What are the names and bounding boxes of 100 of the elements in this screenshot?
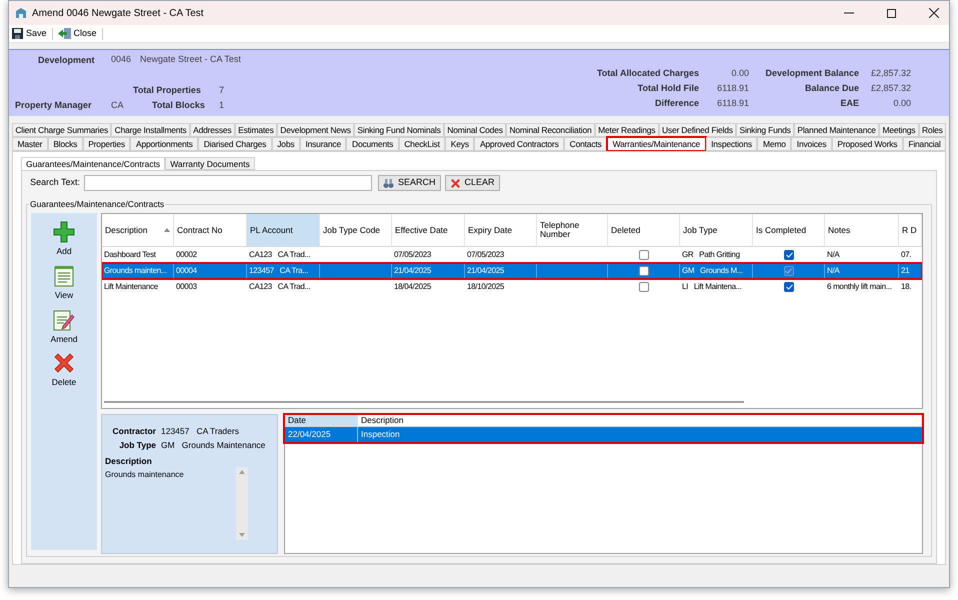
table-cell-text: Lift Maintenance bbox=[103, 281, 159, 293]
plus-icon bbox=[53, 221, 75, 243]
search-button[interactable]: SEARCH bbox=[378, 175, 441, 191]
tab[interactable]: Proposed Works bbox=[832, 137, 903, 151]
development-name: Newgate Street - CA Test bbox=[140, 53, 241, 66]
column-header[interactable]: Effective Date bbox=[392, 214, 465, 246]
tab[interactable]: Development News bbox=[276, 123, 354, 137]
tab[interactable]: Estimates bbox=[234, 123, 277, 137]
tab[interactable]: Blocks bbox=[48, 137, 83, 151]
tab[interactable]: Invoices bbox=[791, 137, 832, 151]
vertical-scrollbar[interactable] bbox=[236, 467, 248, 540]
tab[interactable]: Sinking Funds bbox=[736, 123, 794, 137]
add-button[interactable]: Add bbox=[39, 221, 89, 258]
tab[interactable]: Nominal Codes bbox=[444, 123, 506, 137]
column-header[interactable]: Description bbox=[102, 214, 174, 246]
list-row[interactable]: 22/04/2025 Inspection bbox=[285, 427, 922, 442]
column-header[interactable]: Is Completed bbox=[753, 214, 825, 246]
table-cell-text: CA123 CA Trad... bbox=[248, 281, 312, 293]
tab[interactable]: Approved Contractors bbox=[474, 137, 564, 151]
table-cell-text: 18/10/2025 bbox=[466, 281, 506, 293]
amend-button[interactable]: Amend bbox=[39, 308, 89, 346]
column-header[interactable]: Telephone Number bbox=[537, 214, 608, 246]
tab[interactable]: Meter Readings bbox=[594, 123, 659, 137]
table-cell-text: 123457 CA Tra... bbox=[248, 265, 310, 277]
checkbox[interactable] bbox=[639, 282, 649, 292]
table-cell-text: 21/04/2025 bbox=[466, 265, 506, 277]
tab[interactable]: Master bbox=[12, 137, 48, 151]
tab[interactable]: Inspections bbox=[706, 137, 758, 151]
summary-value: 6118.91 bbox=[716, 97, 749, 110]
tab[interactable]: Financial bbox=[902, 137, 946, 151]
checkbox[interactable] bbox=[639, 250, 649, 260]
close-icon[interactable] bbox=[929, 8, 939, 18]
tab[interactable]: Guarantees/Maintenance/Contracts bbox=[21, 157, 166, 170]
tab[interactable]: CheckList bbox=[398, 137, 446, 151]
table-cell-text: 21 bbox=[900, 265, 910, 277]
cross-icon bbox=[53, 352, 75, 374]
tab[interactable]: Addresses bbox=[190, 123, 235, 137]
window-title: Amend 0046 Newgate Street - CA Test bbox=[32, 6, 204, 20]
table-cell-text: CA123 CA Trad... bbox=[248, 249, 312, 261]
table-row[interactable]: Grounds mainten... 00004 123457 CA Tra... 21/04/2025 21/04/2025 GM Grounds M... N/A 21 bbox=[102, 263, 922, 279]
table-cell-text: 21/04/2025 bbox=[393, 265, 432, 277]
tab[interactable]: Apportionments bbox=[130, 137, 198, 151]
checkbox[interactable] bbox=[784, 250, 794, 260]
checkbox[interactable] bbox=[784, 282, 794, 292]
property-manager-label: Property Manager bbox=[15, 99, 92, 112]
column-header[interactable]: Deleted bbox=[608, 214, 680, 246]
checkbox[interactable] bbox=[784, 266, 794, 276]
tab[interactable]: Meetings bbox=[879, 123, 919, 137]
tab[interactable]: Client Charge Summaries bbox=[12, 123, 112, 137]
summary-label: Balance Due bbox=[804, 82, 859, 96]
total-blocks-value: 1 bbox=[219, 99, 224, 112]
table-cell-text: 07/05/2023 bbox=[466, 249, 506, 261]
save-button[interactable]: Save bbox=[11, 26, 48, 40]
door-exit-icon bbox=[58, 28, 71, 39]
close-button[interactable]: Close bbox=[56, 26, 98, 40]
tab[interactable]: Memo bbox=[757, 137, 792, 151]
tab[interactable]: Diarised Charges bbox=[198, 137, 272, 151]
column-header[interactable]: Job Type bbox=[680, 214, 753, 246]
scroll-up-icon[interactable] bbox=[239, 470, 245, 474]
column-header[interactable]: Description bbox=[358, 415, 922, 426]
table-cell-text: 00002 bbox=[175, 249, 198, 261]
tab[interactable]: Roles bbox=[918, 123, 946, 137]
maximize-icon[interactable] bbox=[887, 8, 896, 18]
tab[interactable]: Insurance bbox=[300, 137, 346, 151]
tab[interactable]: Nominal Reconciliation bbox=[506, 123, 595, 137]
view-button[interactable]: View bbox=[39, 264, 89, 302]
column-header[interactable]: R D bbox=[899, 214, 922, 246]
property-manager-value: CA bbox=[111, 99, 124, 112]
column-header[interactable]: PL Account bbox=[247, 214, 320, 246]
binoculars-icon bbox=[383, 178, 394, 188]
table-cell-text: 18. bbox=[900, 281, 912, 293]
description-value: Grounds maintenance bbox=[105, 468, 184, 481]
tab[interactable]: Sinking Fund Nominals bbox=[354, 123, 444, 137]
column-header[interactable]: Notes bbox=[825, 214, 899, 246]
checkbox[interactable] bbox=[638, 266, 648, 276]
tab[interactable]: Contacts bbox=[564, 137, 608, 151]
summary-label: Development Balance bbox=[764, 67, 859, 80]
column-header[interactable]: Job Type Code bbox=[320, 214, 392, 246]
contractor-label: Contractor bbox=[112, 424, 156, 438]
table-row[interactable]: Lift Maintenance 00003 CA123 CA Trad... 18/04/2025 18/10/2025 LI Lift Maintena... 6 monthly lift main... 18. bbox=[102, 279, 922, 295]
table-cell-text: Dashboard Test bbox=[103, 249, 157, 261]
column-header[interactable]: Expiry Date bbox=[465, 214, 537, 246]
tab[interactable]: Warranty Documents bbox=[165, 157, 255, 170]
tab[interactable]: Keys bbox=[445, 137, 474, 151]
table-row[interactable]: Dashboard Test 00002 CA123 CA Trad... 07/05/2023 07/05/2023 GR Path Gritting N/A 07. bbox=[102, 247, 922, 263]
delete-button[interactable]: Delete bbox=[39, 352, 89, 389]
search-field[interactable] bbox=[84, 175, 372, 191]
tab[interactable]: Properties bbox=[82, 137, 130, 151]
tab[interactable]: Warranties/Maintenance bbox=[607, 137, 706, 151]
tab[interactable]: Documents bbox=[346, 137, 399, 151]
tab[interactable]: Charge Installments bbox=[111, 123, 190, 137]
scroll-down-icon[interactable] bbox=[239, 533, 245, 537]
column-header[interactable]: Date bbox=[285, 415, 358, 426]
tab[interactable]: User Defined Fields bbox=[658, 123, 736, 137]
search-label: Search Text: bbox=[29, 176, 80, 190]
tab[interactable]: Jobs bbox=[272, 137, 300, 151]
table-cell-text: Inspection bbox=[360, 428, 401, 441]
tab[interactable]: Planned Maintenance bbox=[794, 123, 880, 137]
clear-button[interactable]: CLEAR bbox=[444, 175, 500, 191]
total-properties-value: 7 bbox=[219, 84, 224, 97]
